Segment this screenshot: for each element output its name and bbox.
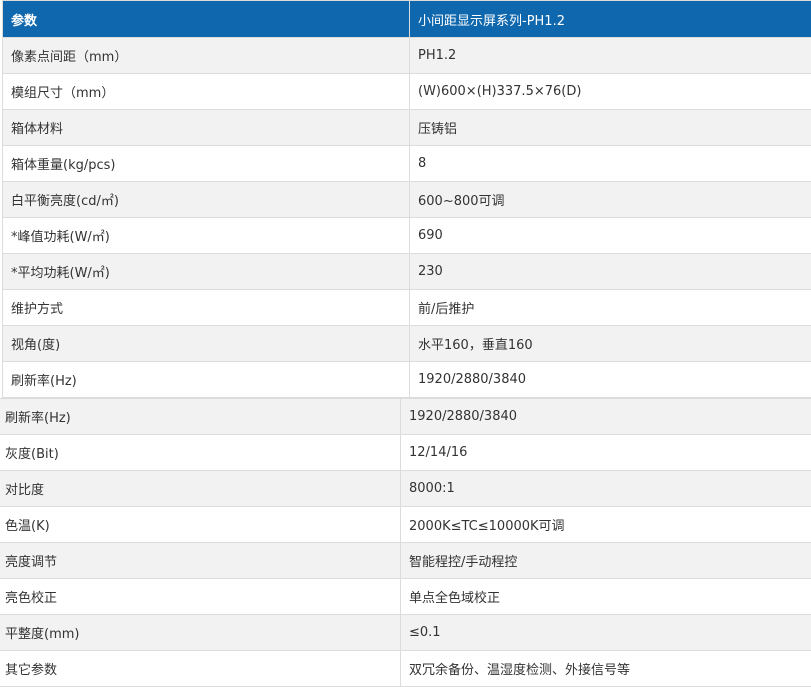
row-label: *峰值功耗(W/㎡) [2,217,410,254]
table-row: 刷新率(Hz) 1920/2880/3840 [2,361,811,398]
row-value: 12/14/16 [400,434,811,471]
row-value: 690 [409,217,811,254]
table-row: 视角(度) 水平160，垂直160 [2,325,811,362]
row-value: 2000K≤TC≤10000K可调 [400,506,811,543]
table-row: 灰度(Bit) 12/14/16 [0,434,811,471]
row-label: 维护方式 [2,289,410,326]
table-row: 亮色校正 单点全色域校正 [0,578,811,615]
spec-table-bottom: 刷新率(Hz) 1920/2880/3840 灰度(Bit) 12/14/16 对比… [0,398,811,687]
table-row: 其它参数 双冗余备份、温湿度检测、外接信号等 [0,650,811,687]
row-value: (W)600×(H)337.5×76(D) [409,73,811,110]
table-row: 像素点间距（mm） PH1.2 [2,37,811,74]
table-row: 箱体材料 压铸铝 [2,109,811,146]
table-row: *平均功耗(W/㎡) 230 [2,253,811,290]
table-row: 白平衡亮度(cd/㎡) 600~800可调 [2,181,811,218]
header-param-label: 参数 [2,0,410,38]
row-value: 1920/2880/3840 [400,398,811,435]
row-value: 8 [409,145,811,182]
table-row: *峰值功耗(W/㎡) 690 [2,217,811,254]
row-label: 刷新率(Hz) [0,398,401,435]
row-label: 亮色校正 [0,578,401,615]
row-value: 8000:1 [400,470,811,507]
table-row: 对比度 8000:1 [0,470,811,507]
row-label: 刷新率(Hz) [2,361,410,398]
row-value: 水平160，垂直160 [409,325,811,362]
row-label: 灰度(Bit) [0,434,401,471]
table-row: 色温(K) 2000K≤TC≤10000K可调 [0,506,811,543]
table-row: 模组尺寸（mm） (W)600×(H)337.5×76(D) [2,73,811,110]
table-row: 平整度(mm) ≤0.1 [0,614,811,651]
row-label: 视角(度) [2,325,410,362]
table-header-row: 参数 小间距显示屏系列-PH1.2 [2,0,811,38]
row-label: *平均功耗(W/㎡) [2,253,410,290]
table-row: 维护方式 前/后推护 [2,289,811,326]
header-product-title: 小间距显示屏系列-PH1.2 [409,0,811,38]
row-value: 压铸铝 [409,109,811,146]
row-label: 箱体重量(kg/pcs) [2,145,410,182]
table-row: 亮度调节 智能程控/手动程控 [0,542,811,579]
row-value: ≤0.1 [400,614,811,651]
row-label: 像素点间距（mm） [2,37,410,74]
row-value: 230 [409,253,811,290]
row-label: 亮度调节 [0,542,401,579]
row-label: 对比度 [0,470,401,507]
row-value: 1920/2880/3840 [409,361,811,398]
row-label: 其它参数 [0,650,401,687]
row-value: 双冗余备份、温湿度检测、外接信号等 [400,650,811,687]
row-value: 600~800可调 [409,181,811,218]
row-value: 智能程控/手动程控 [400,542,811,579]
row-label: 箱体材料 [2,109,410,146]
row-label: 白平衡亮度(cd/㎡) [2,181,410,218]
table-row: 箱体重量(kg/pcs) 8 [2,145,811,182]
spec-table-top: 参数 小间距显示屏系列-PH1.2 像素点间距（mm） PH1.2 模组尺寸（mm… [2,0,811,398]
row-value: PH1.2 [409,37,811,74]
row-label: 模组尺寸（mm） [2,73,410,110]
row-value: 前/后推护 [409,289,811,326]
row-label: 色温(K) [0,506,401,543]
row-value: 单点全色域校正 [400,578,811,615]
table-row: 刷新率(Hz) 1920/2880/3840 [0,398,811,435]
row-label: 平整度(mm) [0,614,401,651]
